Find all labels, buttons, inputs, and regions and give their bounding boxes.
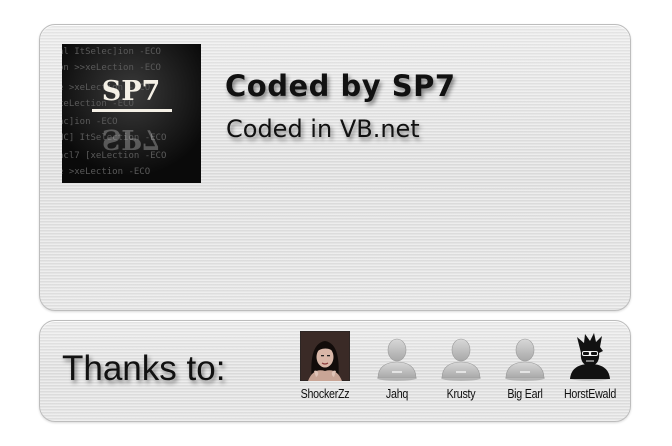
thanks-label: Thanks to:	[62, 349, 226, 388]
default-user-icon	[436, 331, 486, 381]
contributor-name: ShockerZz	[300, 386, 350, 401]
contributor-krusty[interactable]: Krusty	[426, 331, 496, 421]
contributor-horstewald[interactable]: HorstEwald	[555, 331, 625, 421]
default-user-icon	[372, 331, 422, 381]
svg-text:al ItSelec]ion -ECO: al ItSelec]ion -ECO	[62, 47, 161, 57]
contributor-big-earl[interactable]: Big Earl	[490, 331, 560, 421]
silhouette-sunglasses-icon	[565, 331, 615, 381]
contributor-name: HorstEwald	[563, 386, 617, 401]
sp7-logo: al ItSelec]ion -ECO on >>xeLection -ECO …	[62, 44, 201, 183]
about-panel: al ItSelec]ion -ECO on >>xeLection -ECO …	[39, 24, 631, 311]
logo-image: al ItSelec]ion -ECO on >>xeLection -ECO …	[62, 44, 201, 183]
contributor-shockerzz[interactable]: ShockerZz	[290, 330, 360, 421]
contributor-name: Big Earl	[507, 386, 543, 401]
photo-avatar-icon	[299, 330, 351, 382]
default-user-icon	[500, 331, 550, 381]
svg-text:on >>xeLection -ECO: on >>xeLection -ECO	[62, 63, 161, 73]
credits-title: Coded by SP7	[225, 69, 456, 103]
logo-text-reflection: SP7	[102, 123, 161, 154]
thanks-panel: Thanks to: ShockerZz Jahq Krusty Big Ear…	[39, 320, 631, 422]
svg-text:e >xeLection -ECO: e >xeLection -ECO	[62, 167, 150, 177]
logo-text: SP7	[102, 76, 161, 107]
credits-subtitle: Coded in VB.net	[226, 115, 420, 143]
contributor-jahq[interactable]: Jahq	[362, 331, 432, 421]
contributor-name: Krusty	[446, 386, 476, 401]
contributor-name: Jahq	[385, 386, 409, 401]
about-window: al ItSelec]ion -ECO on >>xeLection -ECO …	[0, 0, 672, 446]
